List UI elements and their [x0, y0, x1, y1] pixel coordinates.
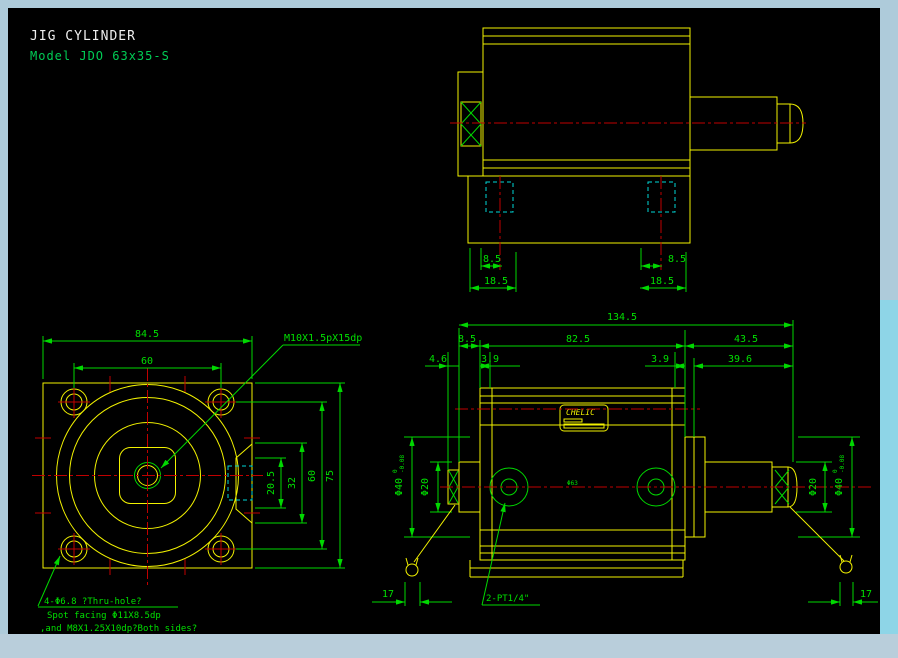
dim-front-84-5: 84.5: [135, 329, 159, 340]
dim-top-18-5-left: 18.5: [484, 276, 508, 287]
dim-top-8-5-right: 8.5: [668, 254, 686, 265]
dim-hub-dia-left: Φ40: [394, 478, 405, 496]
thread-callout: M10X1.5pX15dp: [284, 333, 362, 344]
dim-side-4-6: 4.6: [429, 354, 447, 365]
dim-hub-tol-up-right: 0: [832, 469, 839, 473]
dim-rod-dia-left: Φ20: [420, 478, 431, 496]
dim-front-75: 75: [325, 470, 336, 482]
dim-side-39-6: 39.6: [728, 354, 752, 365]
bore-label: Φ63: [567, 480, 578, 487]
dim-front-60-h: 60: [141, 356, 153, 367]
hole-note-line2: Spot facing Φ11X8.5dp: [47, 611, 161, 621]
dim-side-82-5: 82.5: [566, 334, 590, 345]
dim-hub-tol-dn-left: -0.08: [399, 455, 406, 473]
dim-side-8-5: 8.5: [458, 334, 476, 345]
right-scroll-strip[interactable]: [878, 300, 898, 658]
dim-wrench-17-right: 17: [860, 589, 872, 600]
dim-top-18-5-right: 18.5: [650, 276, 674, 287]
model-label: Model JDO 63x35-S: [30, 49, 170, 63]
port-callout: 2-PT1/4": [486, 594, 529, 604]
dim-side-134-5: 134.5: [607, 312, 637, 323]
dim-wrench-17-left: 17: [382, 589, 394, 600]
hole-note-line1: 4-Φ6.8 ?Thru-hole?: [44, 597, 142, 607]
dim-front-32: 32: [287, 477, 298, 489]
hole-note-line3: ,and M8X1.25X10dp?Both sides?: [40, 624, 197, 634]
dim-side-3-9-right: 3.9: [651, 354, 669, 365]
drawing-title: JIG CYLINDER: [30, 29, 136, 44]
dim-side-3-9-left: 3.9: [481, 354, 499, 365]
dim-hub-dia-right: Φ40: [834, 478, 845, 496]
dim-top-8-5-left: 8.5: [483, 254, 501, 265]
dim-side-43-5: 43.5: [734, 334, 758, 345]
cad-window: JIG CYLINDER Model JDO 63x35-S 8.5 18.5 …: [0, 0, 898, 658]
dim-front-20-5: 20.5: [266, 471, 277, 495]
drawing-canvas[interactable]: [8, 8, 880, 634]
dim-hub-tol-dn-right: -0.08: [839, 455, 846, 473]
dim-hub-tol-up-left: 0: [392, 469, 399, 473]
bottom-bar: [0, 634, 898, 658]
dim-front-60-v: 60: [307, 470, 318, 482]
dim-rod-dia-right: Φ20: [808, 478, 819, 496]
